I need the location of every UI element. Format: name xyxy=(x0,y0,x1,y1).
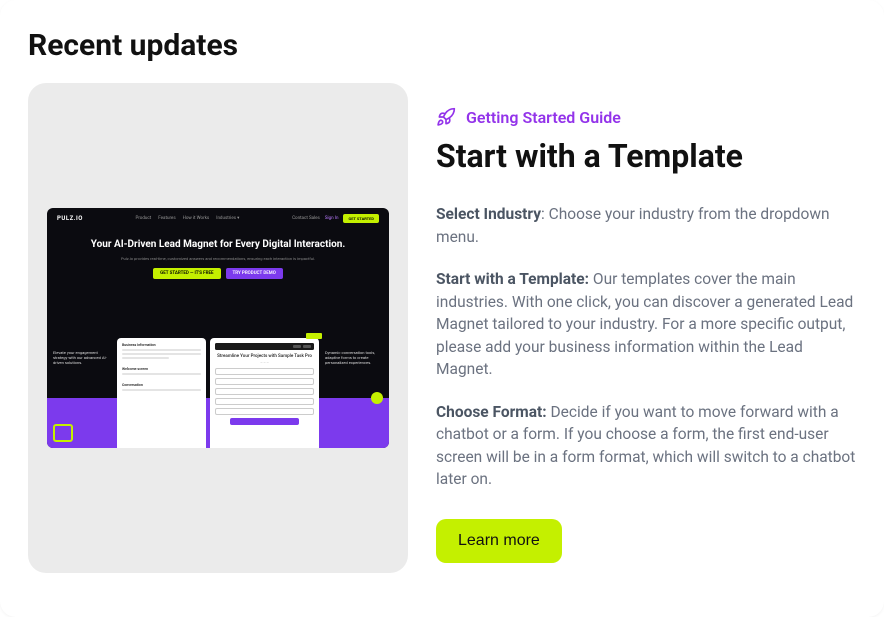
mock-cta-secondary: TRY PRODUCT DEMO xyxy=(226,268,283,279)
thumbnail-container: PULZ.IO Product Features How it Works In… xyxy=(28,83,408,573)
section-heading: Recent updates xyxy=(28,28,856,63)
mock-side-right: Dynamic conversation tools, adaptive for… xyxy=(325,350,383,366)
mock-settings-panel: Business Information Welcome screen Conv… xyxy=(117,338,206,448)
mock-highlight-box xyxy=(53,424,73,442)
learn-more-button[interactable]: Learn more xyxy=(436,519,562,563)
article-title: Start with a Template xyxy=(436,137,856,175)
category-label: Getting Started Guide xyxy=(466,108,621,127)
mock-form-preview: Streamline Your Projects with Sample Tas… xyxy=(210,338,319,448)
mock-side-left: Elevate your engagement strategy with ou… xyxy=(53,350,111,366)
article-text-column: Getting Started Guide Start with a Templ… xyxy=(436,83,856,573)
paragraph-3: Choose Format: Decide if you want to mov… xyxy=(436,401,856,491)
paragraph-2: Start with a Template: Our templates cov… xyxy=(436,268,856,380)
product-screenshot-mock: PULZ.IO Product Features How it Works In… xyxy=(47,208,389,448)
mock-signin: Sign In xyxy=(325,216,339,221)
mock-brand: PULZ.IO xyxy=(57,215,83,222)
article-body: Select Industry: Choose your industry fr… xyxy=(436,203,856,490)
rocket-icon xyxy=(436,107,456,127)
mock-hero-title: Your AI-Driven Lead Magnet for Every Dig… xyxy=(87,239,349,252)
mock-hero-sub: Pulz.io provides real-time, customized a… xyxy=(87,256,349,262)
paragraph-1: Select Industry: Choose your industry fr… xyxy=(436,203,856,248)
mock-contact: Contact Sales xyxy=(292,216,320,221)
category-row: Getting Started Guide xyxy=(436,107,856,127)
recent-updates-card: Recent updates PULZ.IO Product Features … xyxy=(0,0,884,617)
mock-getstarted: GET STARTED xyxy=(343,214,379,223)
mock-cta-primary: GET STARTED — IT'S FREE xyxy=(153,268,220,279)
content-row: PULZ.IO Product Features How it Works In… xyxy=(28,83,856,573)
mock-nav-links: Product Features How it Works Industries… xyxy=(135,216,239,221)
